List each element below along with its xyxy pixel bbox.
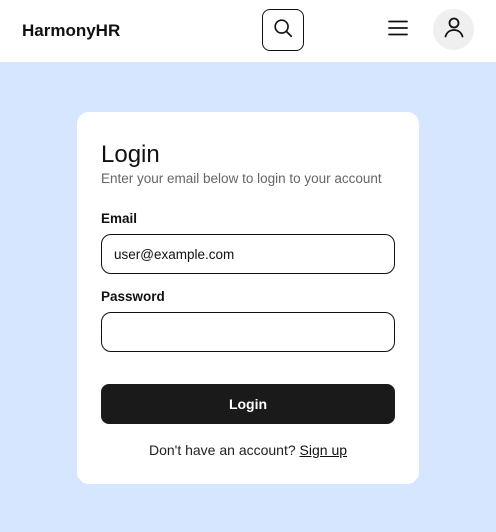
brand-name[interactable]: HarmonyHR	[22, 21, 120, 41]
login-button[interactable]: Login	[101, 384, 395, 424]
search-icon	[272, 17, 294, 44]
user-icon	[442, 15, 466, 44]
signup-link[interactable]: Sign up	[300, 442, 347, 458]
user-avatar-button[interactable]	[433, 9, 474, 50]
signup-prompt-line: Don't have an account? Sign up	[77, 441, 419, 459]
signup-prompt-text: Don't have an account?	[148, 442, 296, 458]
login-title: Login	[101, 141, 160, 168]
email-label: Email	[101, 211, 138, 226]
password-label: Password	[101, 289, 165, 304]
password-field[interactable]	[101, 312, 395, 352]
top-nav-bar: HarmonyHR	[0, 0, 496, 62]
login-subtitle: Enter your email below to login to your …	[101, 171, 382, 186]
login-card: Login Enter your email below to login to…	[77, 112, 419, 484]
search-button[interactable]	[262, 9, 304, 51]
email-field[interactable]	[101, 234, 395, 274]
menu-button[interactable]	[384, 16, 412, 44]
hamburger-menu-icon	[387, 19, 409, 42]
